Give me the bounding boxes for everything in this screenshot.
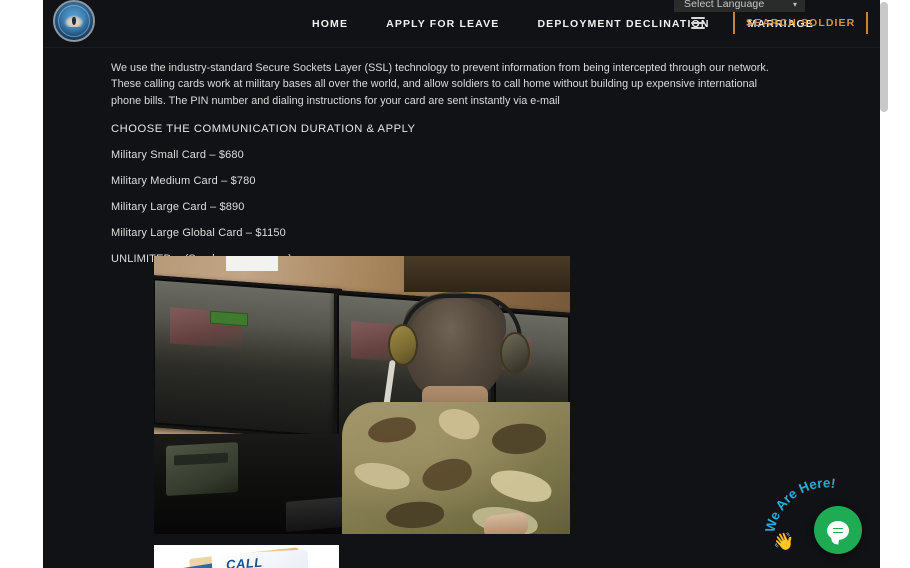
photo-camo-patch <box>352 459 412 493</box>
card-option-large-global: Military Large Global Card – $1150 <box>111 227 286 240</box>
photo-soldier <box>342 292 570 534</box>
soldier-with-headset-at-computer-photo <box>154 256 570 534</box>
photo-monitor-screen <box>155 280 337 436</box>
photo-camo-patch <box>434 404 484 444</box>
chat-widget: We Are Here! 👋 <box>762 475 872 562</box>
photo-camo-patch <box>490 420 548 458</box>
language-selector-label: Select Language <box>684 0 765 10</box>
photo-window <box>226 256 278 271</box>
hamburger-line <box>691 22 705 24</box>
card-option-medium: Military Medium Card – $780 <box>111 175 256 188</box>
military-seal-logo[interactable] <box>53 0 95 42</box>
waving-hand-icon: 👋 <box>773 532 795 551</box>
intro-paragraph: We use the industry-standard Secure Sock… <box>111 62 769 107</box>
seal-eagle-emblem <box>64 15 84 27</box>
search-soldier-button[interactable]: SEARCH SOLDIER <box>733 11 869 35</box>
calling-card-artwork: CALL <box>168 547 318 568</box>
calling-card-text: CALL <box>225 554 264 568</box>
section-heading: CHOOSE THE COMMUNICATION DURATION & APPL… <box>111 123 416 136</box>
search-soldier-label: SEARCH SOLDIER <box>746 17 856 29</box>
chevron-down-icon: ▾ <box>792 0 797 9</box>
calling-cards-photo: CALL <box>154 545 339 568</box>
scrollbar-thumb[interactable] <box>880 2 888 112</box>
chat-bubble-icon <box>827 520 849 540</box>
chat-bubble-button[interactable] <box>814 506 862 554</box>
card-option-large: Military Large Card – $890 <box>111 201 245 214</box>
browser-viewport: HOME APPLY FOR LEAVE DEPLOYMENT DECLINAT… <box>0 0 910 568</box>
language-selector[interactable]: Select Language ▾ <box>674 0 805 12</box>
nav-item-apply-for-leave[interactable]: APPLY FOR LEAVE <box>367 18 518 30</box>
photo-camo-patch <box>418 453 476 497</box>
photo-camo-patch <box>366 413 418 447</box>
photo-camo-patch <box>384 499 446 531</box>
photo-monitor-1 <box>154 274 342 442</box>
bracket-right-icon <box>866 12 869 34</box>
photo-field-phone <box>166 442 238 496</box>
photo-camo-patch <box>487 465 555 507</box>
hamburger-menu-icon[interactable] <box>689 14 707 32</box>
main-content: We use the industry-standard Secure Sock… <box>111 60 791 265</box>
photo-ceiling-beam <box>404 256 570 292</box>
photo-soldier-hand <box>484 511 528 534</box>
photo-soldier-camo-uniform <box>342 402 570 534</box>
hamburger-line <box>691 17 705 19</box>
hamburger-line <box>691 27 705 29</box>
nav-item-home[interactable]: HOME <box>293 18 367 30</box>
website-page: HOME APPLY FOR LEAVE DEPLOYMENT DECLINAT… <box>43 0 880 568</box>
photo-headset-earcup-right <box>500 332 530 374</box>
photo-screen-green-overlay <box>210 310 248 327</box>
card-option-small: Military Small Card – $680 <box>111 149 244 162</box>
